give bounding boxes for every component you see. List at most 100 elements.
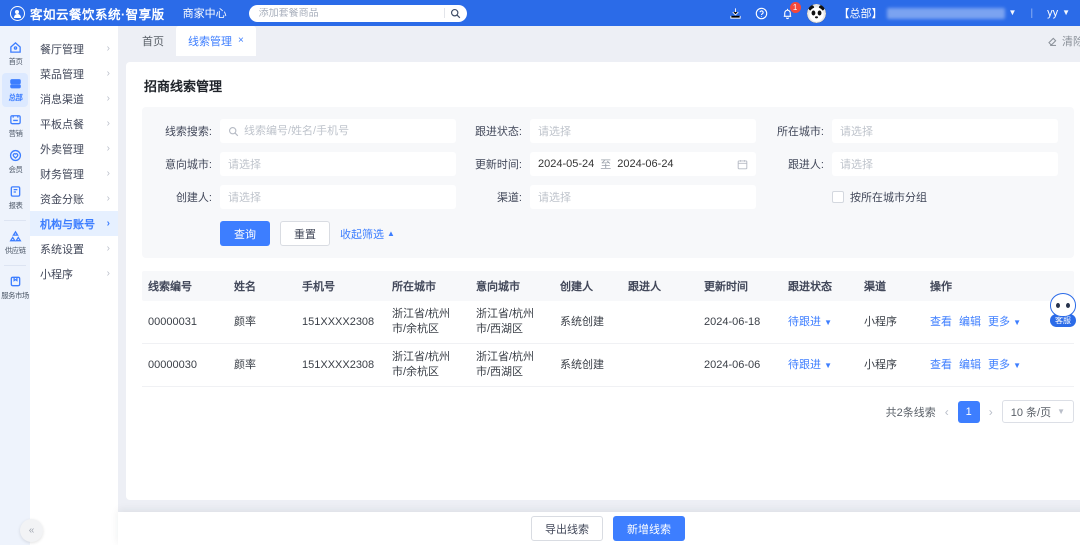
sidebar-item-report[interactable]: 报表: [2, 181, 28, 215]
follower-label: 跟进人:: [787, 159, 824, 171]
date-start[interactable]: 2024-05-24: [538, 158, 594, 170]
channel-select[interactable]: 请选择: [530, 185, 756, 209]
menu-sidebar: 餐厅管理 › 菜品管理 › 消息渠道 › 平板点餐 › 外卖管理 › 财务管理 › 资金分账 › 机构与账号…: [30, 26, 118, 545]
update-time-range[interactable]: 2024-05-24 至 2024-06-24: [530, 152, 756, 176]
menu-item-8[interactable]: 系统设置 ›: [30, 236, 118, 261]
notifications-button[interactable]: 1: [781, 1, 801, 20]
query-button[interactable]: 查询: [220, 221, 270, 246]
reset-button[interactable]: 重置: [280, 221, 330, 246]
more-link[interactable]: 更多 ▼: [988, 315, 1021, 330]
cell-status[interactable]: 待跟进 ▼: [782, 353, 858, 378]
more-link[interactable]: 更多 ▼: [988, 358, 1021, 373]
close-icon[interactable]: ×: [238, 36, 244, 46]
follow-status-label: 跟进状态:: [474, 126, 522, 138]
sidebar-item-supply-chain[interactable]: 供应链: [2, 226, 28, 260]
view-link[interactable]: 查看: [930, 358, 952, 373]
menu-item-2[interactable]: 消息渠道 ›: [30, 86, 118, 111]
lead-search-label: 线索搜索:: [164, 126, 212, 138]
global-search-input[interactable]: [258, 7, 439, 19]
sidebar-item-headquarters[interactable]: 总部: [2, 73, 28, 107]
view-link[interactable]: 查看: [930, 315, 952, 330]
prev-page-button[interactable]: ‹: [945, 405, 949, 419]
menu-item-3[interactable]: 平板点餐 ›: [30, 111, 118, 136]
next-page-button[interactable]: ›: [989, 405, 993, 419]
tab-home[interactable]: 首页: [130, 26, 176, 56]
cell-status[interactable]: 待跟进 ▼: [782, 310, 858, 335]
add-lead-button[interactable]: 新增线索: [613, 516, 685, 541]
cell-name: 颜率: [234, 315, 256, 328]
checkbox-icon[interactable]: [832, 191, 844, 203]
intent-city-label: 意向城市:: [164, 159, 212, 171]
sidebar-item-home[interactable]: 首页: [2, 37, 28, 71]
tab-lead-management[interactable]: 线索管理 ×: [176, 26, 256, 56]
collapse-filter-link[interactable]: 收起筛选 ▲: [340, 226, 395, 242]
menu-item-1[interactable]: 菜品管理 ›: [30, 61, 118, 86]
chevron-right-icon: ›: [106, 218, 110, 229]
chevron-down-icon: ▼: [824, 360, 832, 370]
lead-search-input[interactable]: [244, 125, 448, 137]
group-by-city-option[interactable]: 按所在城市分组: [832, 189, 1058, 205]
column-header-1: 姓名: [234, 281, 256, 293]
main-area: 首页 线索管理 × 清除 招商线索管理 线索搜索: 跟进状态: [118, 26, 1080, 545]
calendar-icon: [737, 159, 748, 169]
follow-status-select[interactable]: 请选择: [530, 119, 756, 143]
cell-follower: [622, 317, 698, 327]
edit-link[interactable]: 编辑: [959, 315, 981, 330]
menu-item-label: 平板点餐: [40, 118, 84, 131]
cell-name: 颜率: [234, 358, 256, 371]
follower-select[interactable]: 请选择: [832, 152, 1058, 176]
download-icon[interactable]: [729, 7, 742, 20]
menu-sidebar-list: 餐厅管理 › 菜品管理 › 消息渠道 › 平板点餐 › 外卖管理 › 财务管理 › 资金分账 › 机构与账号…: [30, 36, 118, 286]
sidebar-collapse-button[interactable]: «: [20, 519, 43, 542]
menu-item-5[interactable]: 财务管理 ›: [30, 161, 118, 186]
cell-creator: 系统创建: [560, 358, 604, 371]
sidebar-item-marketing[interactable]: 营销: [2, 109, 28, 143]
merchant-center-link[interactable]: 商家中心: [183, 5, 227, 21]
page-size-select[interactable]: 10 条/页 ▼: [1001, 400, 1074, 423]
update-time-label: 更新时间:: [474, 159, 522, 171]
current-city-select[interactable]: 请选择: [832, 119, 1058, 143]
cell-lead-no: 00000031: [148, 315, 197, 328]
cell-updated: 2024-06-18: [704, 315, 761, 328]
search-icon: [229, 126, 239, 136]
menu-item-4[interactable]: 外卖管理 ›: [30, 136, 118, 161]
filter-panel: 线索搜索: 跟进状态: 请选择 所在城市: 请选择 意向城市: 请选择 更新时间…: [142, 107, 1074, 258]
intent-city-select[interactable]: 请选择: [220, 152, 456, 176]
chevron-right-icon: ›: [106, 43, 110, 54]
lead-search-field[interactable]: [220, 119, 456, 143]
cell-intent-city: 浙江省/杭州市/西湖区: [476, 351, 535, 378]
cell-phone: 151XXXX2308: [302, 315, 375, 328]
top-header: 客如云餐饮系统·智享版 商家中心 1 【总部】 ▼ | yy ▼: [0, 0, 1080, 26]
menu-item-label: 财务管理: [40, 168, 84, 181]
total-count-text: 共2条线索: [885, 406, 936, 419]
menu-item-0[interactable]: 餐厅管理 ›: [30, 36, 118, 61]
global-search-box[interactable]: [248, 4, 467, 22]
sidebar-item-member[interactable]: 会员: [2, 145, 28, 179]
export-leads-button[interactable]: 导出线索: [531, 516, 603, 541]
customer-service-widget[interactable]: 客服: [1048, 293, 1078, 327]
org-switcher[interactable]: 【总部】 ▼: [839, 5, 1016, 21]
creator-select[interactable]: 请选择: [220, 185, 456, 209]
menu-item-9[interactable]: 小程序 ›: [30, 261, 118, 286]
service-market-icon: [10, 276, 20, 287]
page-number-button[interactable]: 1: [957, 400, 980, 423]
menu-item-7[interactable]: 机构与账号 ›: [30, 211, 118, 236]
help-icon[interactable]: [755, 7, 768, 20]
sidebar-item-service-market[interactable]: 服务市场: [1, 271, 29, 305]
date-end[interactable]: 2024-06-24: [617, 158, 673, 170]
search-icon[interactable]: [450, 8, 461, 19]
menu-item-label: 系统设置: [40, 243, 84, 256]
chevron-right-icon: ›: [106, 243, 110, 254]
report-icon: [10, 186, 20, 197]
user-menu[interactable]: yy ▼: [1047, 7, 1070, 19]
clear-tabs-button[interactable]: 清除: [1047, 33, 1080, 49]
user-avatar[interactable]: [806, 3, 826, 23]
home-icon: [9, 41, 21, 53]
edit-link[interactable]: 编辑: [959, 358, 981, 373]
chevron-right-icon: ›: [106, 168, 110, 179]
marketing-icon: [9, 115, 21, 125]
search-divider: [443, 8, 445, 18]
cell-updated: 2024-06-06: [704, 358, 761, 371]
menu-item-6[interactable]: 资金分账 ›: [30, 186, 118, 211]
cell-phone: 151XXXX2308: [302, 358, 375, 371]
